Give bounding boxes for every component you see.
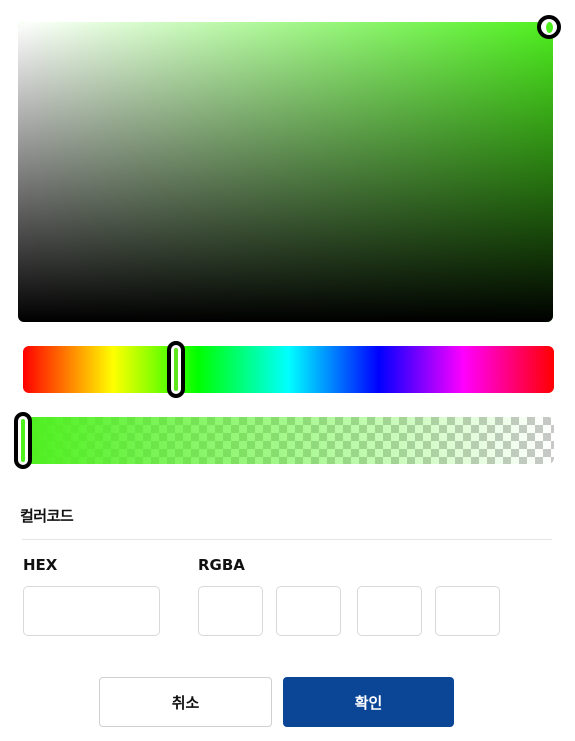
alpha-handle-fill (21, 419, 25, 462)
rgba-label: RGBA (198, 556, 245, 574)
rgba-b-input[interactable] (357, 586, 422, 636)
selected-color-dot (546, 22, 553, 33)
rgba-g-input[interactable] (276, 586, 341, 636)
rgba-r-input[interactable] (198, 586, 263, 636)
confirm-button[interactable]: 확인 (283, 677, 454, 727)
value-gradient (18, 22, 553, 322)
hue-handle-fill (174, 348, 178, 391)
alpha-slider[interactable] (23, 417, 554, 464)
alpha-slider-handle[interactable] (14, 412, 32, 469)
cancel-button[interactable]: 취소 (99, 677, 272, 727)
alpha-gradient (23, 417, 554, 464)
hex-input[interactable] (23, 586, 160, 636)
saturation-value-area[interactable] (18, 22, 553, 322)
saturation-value-handle[interactable] (537, 15, 561, 39)
divider (22, 539, 552, 540)
color-picker-dialog: 컬러코드 HEX RGBA 취소 확인 (0, 0, 575, 741)
hex-label: HEX (23, 556, 58, 574)
hue-slider[interactable] (23, 346, 554, 393)
rgba-a-input[interactable] (435, 586, 500, 636)
hue-slider-handle[interactable] (167, 341, 185, 398)
color-code-title: 컬러코드 (20, 507, 74, 525)
